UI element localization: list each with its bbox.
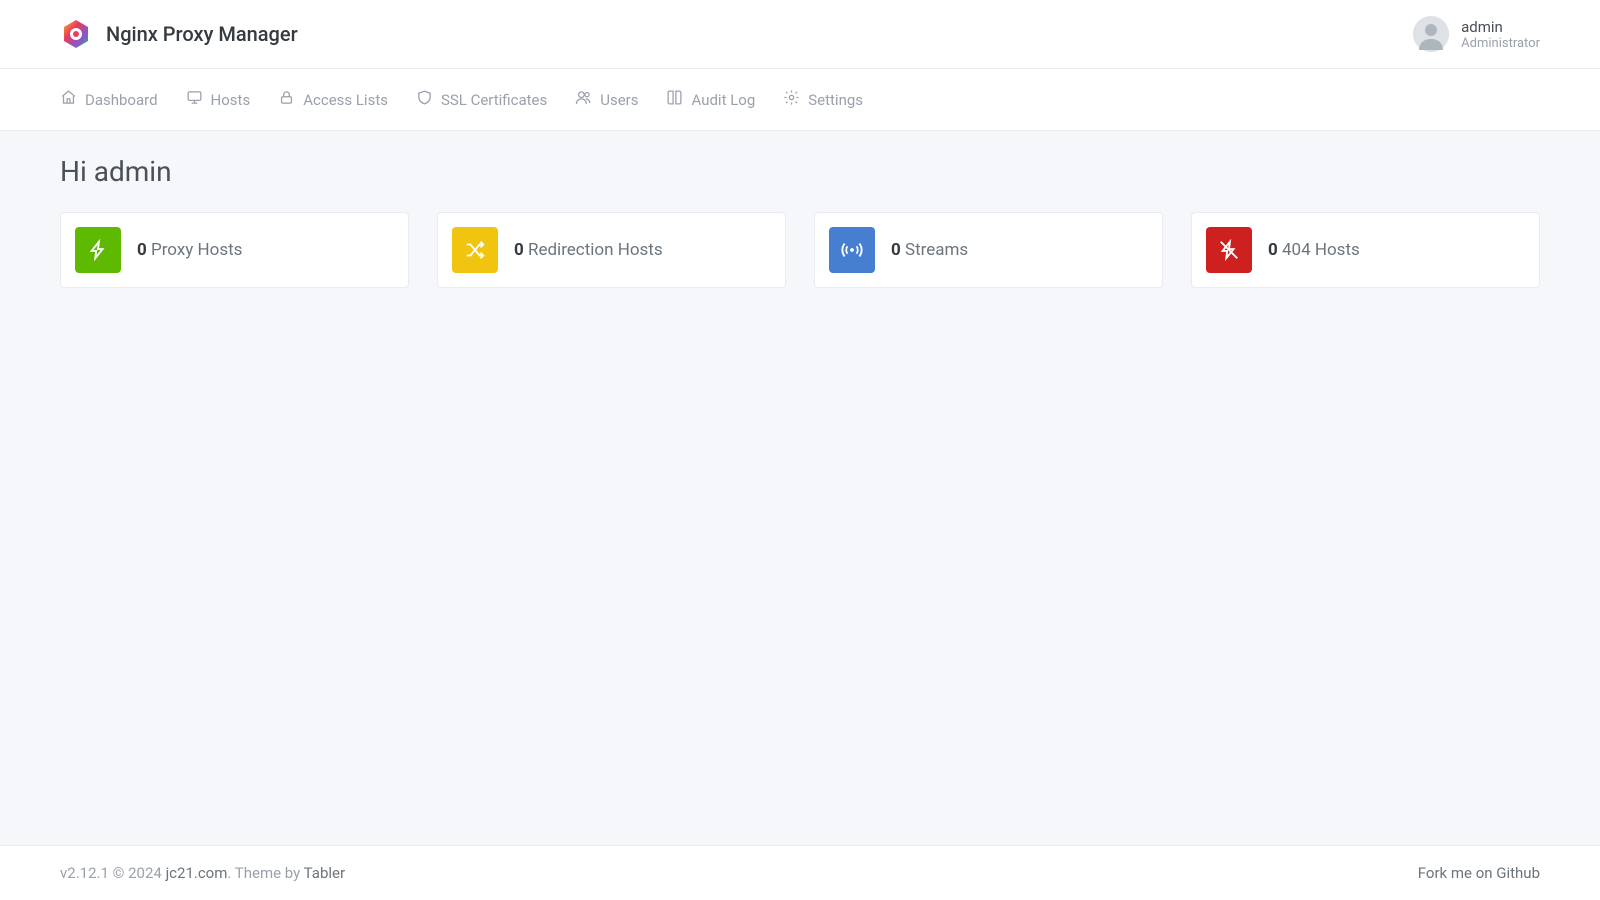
user-menu[interactable]: admin Administrator	[1413, 16, 1540, 52]
nav-label: Hosts	[211, 91, 251, 109]
card-count: 0	[891, 240, 901, 260]
user-role: Administrator	[1461, 36, 1540, 51]
nav-ssl-certificates[interactable]: SSL Certificates	[416, 69, 547, 130]
stat-cards: 0 Proxy Hosts 0 Redirection Hosts 0 Stre…	[60, 212, 1540, 288]
nav-hosts[interactable]: Hosts	[186, 69, 251, 130]
card-proxy-hosts[interactable]: 0 Proxy Hosts	[60, 212, 409, 288]
brand[interactable]: Nginx Proxy Manager	[60, 18, 298, 50]
nav-dashboard[interactable]: Dashboard	[60, 69, 158, 130]
version-text: v2.12.1 © 2024	[60, 864, 166, 882]
lock-icon	[278, 89, 295, 110]
card-streams[interactable]: 0 Streams	[814, 212, 1163, 288]
shuffle-icon	[452, 227, 498, 273]
nav-label: SSL Certificates	[441, 91, 547, 109]
avatar-icon	[1413, 16, 1449, 52]
card-404-hosts[interactable]: 0 404 Hosts	[1191, 212, 1540, 288]
footer-left: v2.12.1 © 2024 jc21.com. Theme by Tabler	[60, 864, 345, 882]
nav-label: Dashboard	[85, 91, 158, 109]
shield-icon	[416, 89, 433, 110]
nav-label: Settings	[808, 91, 863, 109]
card-count: 0	[137, 240, 147, 260]
book-icon	[666, 89, 683, 110]
github-link[interactable]: Fork me on Github	[1418, 864, 1540, 882]
footer: v2.12.1 © 2024 jc21.com. Theme by Tabler…	[0, 845, 1600, 900]
card-text: 0 404 Hosts	[1268, 240, 1360, 260]
gear-icon	[783, 89, 800, 110]
users-icon	[575, 89, 592, 110]
tabler-link[interactable]: Tabler	[304, 864, 345, 882]
card-redirection-hosts[interactable]: 0 Redirection Hosts	[437, 212, 786, 288]
app-logo-icon	[60, 18, 92, 50]
brand-title: Nginx Proxy Manager	[106, 22, 298, 46]
nav-label: Audit Log	[691, 91, 755, 109]
header: Nginx Proxy Manager admin Administrator	[0, 0, 1600, 68]
user-name: admin	[1461, 18, 1540, 36]
nav-label: Users	[600, 91, 638, 109]
card-count: 0	[514, 240, 524, 260]
card-count: 0	[1268, 240, 1278, 260]
nav-audit-log[interactable]: Audit Log	[666, 69, 755, 130]
card-text: 0 Proxy Hosts	[137, 240, 242, 260]
card-text: 0 Redirection Hosts	[514, 240, 663, 260]
jc21-link[interactable]: jc21.com	[166, 864, 228, 882]
card-label: 404 Hosts	[1278, 240, 1360, 260]
user-text: admin Administrator	[1461, 18, 1540, 51]
card-label: Proxy Hosts	[147, 240, 243, 260]
main-content: Hi admin 0 Proxy Hosts 0 Redirection Hos…	[0, 131, 1600, 845]
nav-users[interactable]: Users	[575, 69, 638, 130]
home-icon	[60, 89, 77, 110]
nav-settings[interactable]: Settings	[783, 69, 863, 130]
zap-icon	[75, 227, 121, 273]
nav-label: Access Lists	[303, 91, 388, 109]
card-label: Streams	[901, 240, 968, 260]
card-label: Redirection Hosts	[524, 240, 663, 260]
radio-icon	[829, 227, 875, 273]
theme-text: . Theme by	[227, 864, 303, 882]
zap-off-icon	[1206, 227, 1252, 273]
page-title: Hi admin	[60, 155, 1540, 188]
nav-bar: Dashboard Hosts Access Lists SSL Certifi…	[0, 68, 1600, 131]
footer-right: Fork me on Github	[1418, 864, 1540, 882]
nav-access-lists[interactable]: Access Lists	[278, 69, 388, 130]
card-text: 0 Streams	[891, 240, 968, 260]
monitor-icon	[186, 89, 203, 110]
